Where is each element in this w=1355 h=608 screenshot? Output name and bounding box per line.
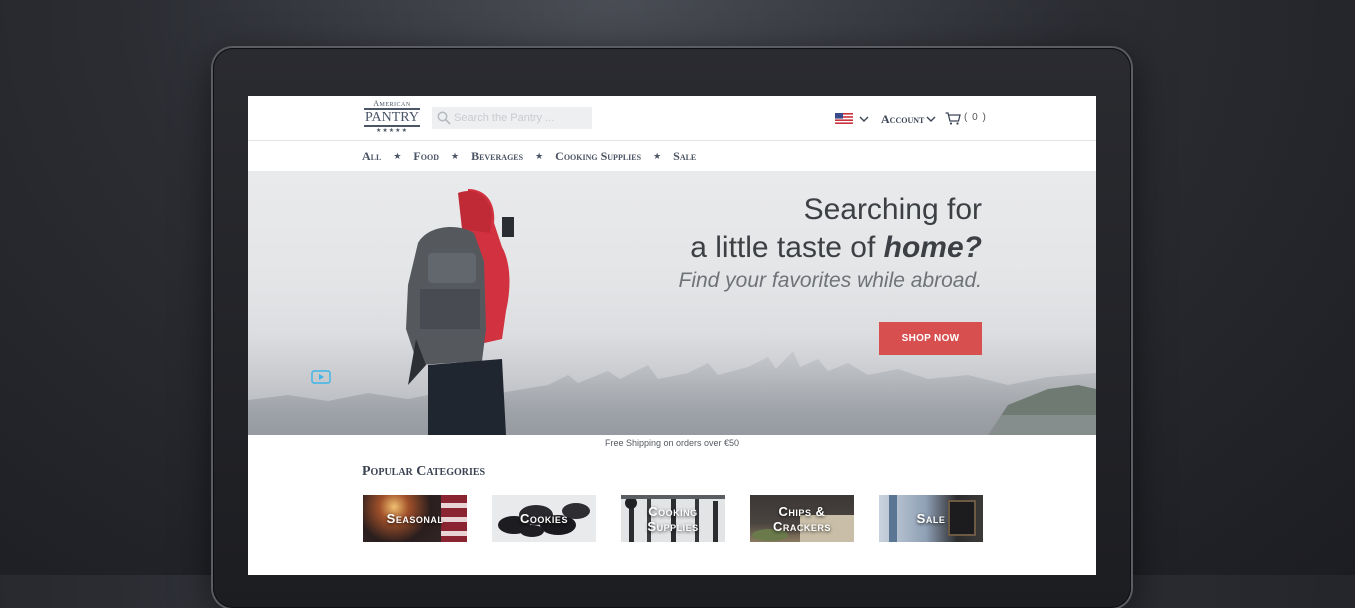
chevron-down-icon[interactable] xyxy=(859,115,869,123)
star-separator-icon: ★ xyxy=(393,150,402,161)
category-chips-crackers[interactable]: Chips & Crackers xyxy=(750,495,854,542)
search-icon[interactable] xyxy=(437,111,451,125)
chevron-down-icon[interactable] xyxy=(926,115,936,123)
hero-headline: Searching for a little taste of home? xyxy=(690,191,982,267)
nav-item-cooking-supplies[interactable]: Cooking Supplies xyxy=(555,149,641,164)
category-cooking-supplies[interactable]: Cooking Supplies xyxy=(621,495,725,542)
category-sale[interactable]: Sale xyxy=(879,495,983,542)
cart-count[interactable]: ( 0 ) xyxy=(964,112,987,123)
browser-viewport: American PANTRY ★★★★★ Account xyxy=(248,96,1096,575)
hero-subtitle: Find your favorites while abroad. xyxy=(678,269,983,292)
search-input[interactable] xyxy=(454,107,586,129)
site-header: American PANTRY ★★★★★ Account xyxy=(248,96,1096,141)
hero-banner: Searching for a little taste of home? Fi… xyxy=(248,171,1096,435)
account-menu[interactable]: Account xyxy=(881,112,924,127)
nav-item-sale[interactable]: Sale xyxy=(673,149,696,164)
site-logo[interactable]: American PANTRY ★★★★★ xyxy=(362,99,422,137)
category-cookies[interactable]: Cookies xyxy=(492,495,596,542)
category-label: Chips & Crackers xyxy=(773,503,831,534)
star-separator-icon: ★ xyxy=(450,150,460,161)
category-seasonal[interactable]: Seasonal xyxy=(363,495,467,542)
star-separator-icon: ★ xyxy=(535,150,544,161)
hero-headline-emphasis: home? xyxy=(883,231,982,264)
hero-headline-line1: Searching for xyxy=(803,193,982,226)
logo-top-text: American xyxy=(373,99,411,108)
nav-item-all[interactable]: All xyxy=(362,149,381,164)
star-separator-icon: ★ xyxy=(653,150,662,161)
shipping-notice: Free Shipping on orders over €50 xyxy=(604,438,740,448)
popular-categories-title: Popular Categories xyxy=(362,464,486,479)
search-box xyxy=(432,107,592,129)
hero-headline-line2-prefix: a little taste of xyxy=(690,231,884,264)
cart-icon[interactable] xyxy=(945,112,961,125)
hiker-image xyxy=(406,189,514,435)
hero-headline-line2: a little taste of home? xyxy=(690,229,982,267)
nav-item-food[interactable]: Food xyxy=(413,149,439,164)
category-label: Sale xyxy=(916,511,946,526)
logo-stars: ★★★★★ xyxy=(376,128,408,134)
us-flag-icon[interactable] xyxy=(835,113,853,124)
city-skyline-image xyxy=(248,351,1096,435)
main-nav: All ★ Food ★ Beverages ★ Cooking Supplie… xyxy=(362,148,696,164)
nav-item-beverages[interactable]: Beverages xyxy=(471,149,523,164)
category-label: Seasonal xyxy=(386,511,444,526)
shop-now-button[interactable]: SHOP NOW xyxy=(879,322,982,355)
category-label: Cookies xyxy=(520,511,568,526)
logo-main-text: PANTRY xyxy=(364,108,420,127)
category-label: Cooking Supplies xyxy=(647,503,699,534)
play-icon[interactable] xyxy=(311,370,331,384)
